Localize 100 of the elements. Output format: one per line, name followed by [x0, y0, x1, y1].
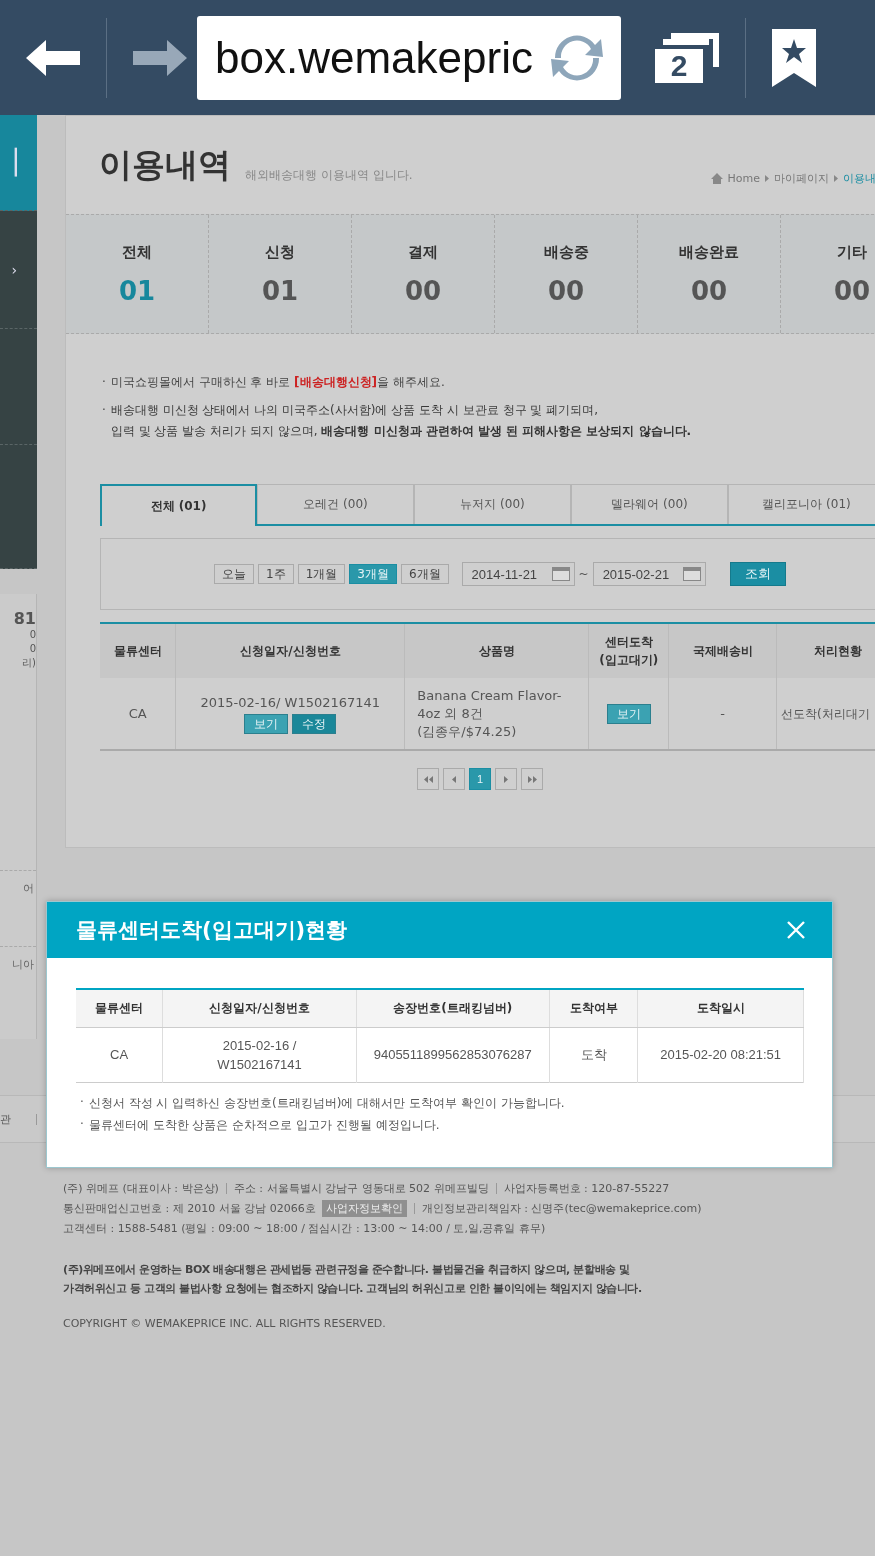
double-chevron-icon: [423, 775, 433, 783]
sidebar-text: 니아: [0, 946, 36, 972]
region-tab[interactable]: 오레건 (00): [257, 484, 414, 524]
status-count-tile[interactable]: 배송완료 00: [638, 215, 781, 333]
sidebar-text: 어: [0, 870, 36, 896]
forward-arrow-icon[interactable]: [133, 39, 187, 76]
search-button[interactable]: 조회: [729, 562, 786, 586]
table-cell: 선도착(처리대기: [781, 706, 870, 721]
column-header: 도착일시: [637, 989, 804, 1027]
sidebar-label: ›: [11, 261, 17, 278]
column-header: 처리현황: [776, 623, 875, 678]
status-label: 기타: [837, 242, 867, 262]
status-count-tile[interactable]: 신청 01: [209, 215, 352, 333]
calendar-icon: [682, 567, 701, 581]
caret-icon: [834, 175, 838, 182]
address-bar[interactable]: box.wemakepric: [197, 15, 621, 100]
region-tab[interactable]: 뉴저지 (00): [414, 484, 571, 524]
previous-page-button[interactable]: [443, 768, 465, 790]
status-label: 전체: [122, 242, 152, 262]
dialog-note: 신청서 작성 시 입력하신 송장번호(트래킹넘버)에 대해서만 도착여부 확인이 가능합니다.: [88, 1094, 565, 1112]
status-label: 신청: [265, 242, 295, 262]
caret-icon: [765, 175, 769, 182]
period-button[interactable]: 6개월: [400, 564, 449, 584]
bullet: ·: [80, 1094, 84, 1111]
region-tab[interactable]: 델라웨어 (00): [571, 484, 728, 524]
column-header: 물류센터: [100, 623, 176, 678]
sidebar-text: 0: [29, 642, 36, 656]
table-cell: 2015-02-20 08:21:51: [637, 1027, 804, 1082]
region-tab[interactable]: 캘리포니아 (01): [728, 484, 875, 524]
status-count: 01: [261, 275, 299, 306]
company-info-text: 고객센터 : 1588-5481 (평일 : 09:00 ~ 18:00 / 점심시간 : 13:00 ~ 14:00 / 토,일,공휴일 휴무): [63, 1220, 546, 1236]
notice-text: 배송대행 미신청 상태에서 나의 미국주소(사서함)에 상품 도착 시 보관료 청구 및 폐기되며, 입력 및 상품 발송 처리가 되지 않으며, 배송대행 미신청과 관련하여 발생 된 피해사항은 보상되지 않습니다.: [110, 402, 692, 440]
status-count-tile[interactable]: 배송중 00: [495, 215, 638, 333]
close-icon[interactable]: [786, 920, 806, 940]
table-cell: 2015-02-16 / W1502167141: [162, 1027, 357, 1082]
status-count-tile[interactable]: 기타 00: [781, 215, 875, 333]
sidebar-text: 리): [22, 656, 36, 670]
column-header: 물류센터: [76, 989, 163, 1027]
column-header: 신청일자/신청번호: [162, 989, 357, 1027]
company-info-text: 개인정보관리책임자 : 신명주(tec@wemakeprice.com): [421, 1200, 702, 1216]
product-text: 4oz 외 8건: [417, 704, 484, 723]
product-text: (김종우/$74.25): [417, 722, 518, 741]
column-header: 송장번호(트래킹넘버): [356, 989, 550, 1027]
table-cell: -: [668, 678, 777, 750]
period-button[interactable]: 오늘: [214, 564, 254, 584]
period-button[interactable]: 1주: [258, 564, 294, 584]
back-arrow-icon[interactable]: [26, 39, 80, 76]
notice-text: 미국쇼핑몰에서 구매하신 후 바로 [배송대행신청]을 해주세요.: [110, 374, 445, 391]
chevron-icon: [504, 775, 508, 783]
status-label: 결제: [408, 242, 438, 262]
region-tab[interactable]: 전체 (01): [100, 484, 257, 526]
bookmark-star-icon[interactable]: [772, 28, 816, 87]
status-label: 배송완료: [679, 242, 739, 262]
next-page-button[interactable]: [495, 768, 517, 790]
row-action-button[interactable]: 수정: [292, 713, 337, 734]
range-separator: ~: [578, 567, 589, 581]
sidebar-label: ㅣ: [0, 140, 33, 184]
company-info-text: 사업자등록번호 : 120-87-55227: [503, 1180, 670, 1196]
sidebar-text: 0: [29, 628, 36, 642]
status-count: 00: [690, 275, 728, 306]
sidebar-menu-item[interactable]: ›: [0, 211, 37, 329]
company-info-text: (주) 위메프 (대표이사 : 박은상): [63, 1180, 219, 1196]
company-info-text: 통신판매업신고번호 : 제 2010 서울 강남 02066호: [63, 1200, 316, 1216]
status-count: 00: [404, 275, 442, 306]
table-cell: CA: [100, 678, 176, 750]
dialog-note: 물류센터에 도착한 상품은 순차적으로 입고가 진행될 예정입니다.: [88, 1116, 440, 1134]
date-field[interactable]: 2014-11-21: [461, 562, 575, 586]
page-title: 이용내역: [99, 144, 231, 186]
last-page-button[interactable]: [521, 768, 543, 790]
footer-menu-text[interactable]: 관: [0, 1111, 11, 1127]
table-cell: 도착: [549, 1027, 638, 1082]
double-chevron-icon: [527, 775, 537, 783]
table-cell: 9405511899562853076287: [356, 1027, 550, 1082]
bullet: ·: [102, 402, 106, 419]
company-info-text: 주소 : 서울특별시 강남구 영동대로 502 위메프빌딩: [233, 1180, 489, 1196]
status-label: 배송중: [543, 242, 589, 262]
calendar-icon: [551, 567, 570, 581]
page-button[interactable]: 1: [469, 768, 491, 790]
table-cell: CA: [76, 1027, 163, 1082]
chevron-icon: [452, 775, 456, 783]
date-field[interactable]: 2015-02-21: [592, 562, 706, 586]
status-count: 00: [547, 275, 585, 306]
period-button[interactable]: 1개월: [297, 564, 346, 584]
bullet: ·: [102, 374, 106, 391]
column-header: 센터도착 (입고대기): [588, 623, 669, 678]
product-text: Banana Cream Flavor-: [417, 686, 563, 705]
page-subtitle: 해외배송대행 이용내역 입니다.: [245, 167, 413, 184]
home-icon: [710, 173, 723, 184]
column-header: 상품명: [404, 623, 589, 678]
status-count-tile[interactable]: 전체 01: [66, 215, 209, 333]
sidebar-text: 81: [13, 610, 36, 628]
column-header: 신청일자/신청번호: [175, 623, 405, 678]
status-count: 01: [118, 275, 156, 306]
legal-notice: (주)위메프에서 운영하는 BOX 배송대행은 관세법등 관련규정을 준수합니다. 불법물건을 취급하지 않으며, 분할배송 및 가격허위신고 등 고객의 불법사항 요청에는 협조하지 않습니다. 고객님의 허위신고로 인한 불이익에는 책임지지 않습니다.: [63, 1262, 643, 1297]
column-header: 도착여부: [549, 989, 638, 1027]
status-count: 00: [833, 275, 871, 306]
status-count-tile[interactable]: 결제 00: [352, 215, 495, 333]
column-header: 국제배송비: [668, 623, 777, 678]
first-page-button[interactable]: [417, 768, 439, 790]
table-cell-text: 2015-02-16/ W1502167141: [199, 693, 382, 712]
